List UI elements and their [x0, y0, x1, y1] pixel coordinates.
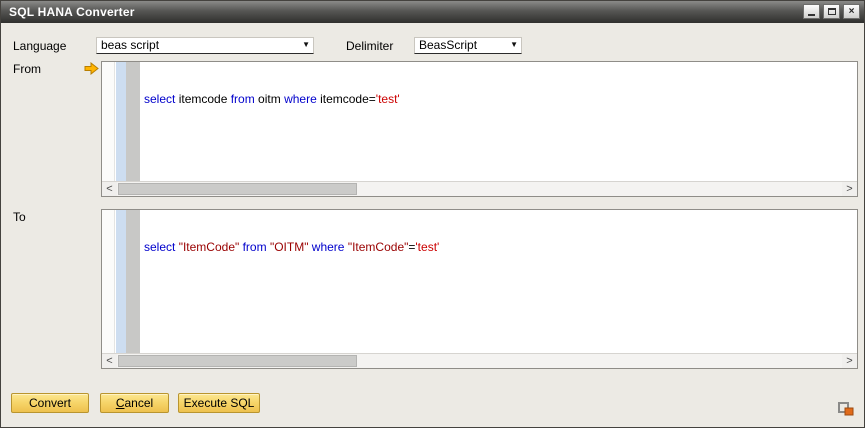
to-editor-hscrollbar[interactable]: < > — [102, 353, 857, 368]
editor-folding-margin — [126, 210, 140, 353]
delimiter-value: BeasScript — [419, 38, 478, 52]
editor-bookmark-margin — [116, 62, 126, 181]
from-editor-hscrollbar[interactable]: < > — [102, 181, 857, 196]
scrollbar-thumb[interactable] — [118, 183, 358, 195]
minimize-button[interactable] — [803, 4, 820, 19]
maximize-button[interactable] — [823, 4, 840, 19]
editor-bookmark-margin — [116, 210, 126, 353]
language-label: Language — [13, 39, 67, 53]
scroll-left-icon[interactable]: < — [102, 354, 117, 368]
close-button[interactable]: × — [843, 4, 860, 19]
scrollbar-track[interactable] — [117, 182, 842, 196]
scroll-right-icon[interactable]: > — [842, 182, 857, 196]
editor-selection-margin — [102, 210, 115, 353]
scrollbar-track[interactable] — [117, 354, 842, 368]
to-code-area[interactable]: select "ItemCode" from "OITM" where "Ite… — [140, 210, 857, 353]
from-code-line: select itemcode from oitm where itemcode… — [144, 92, 400, 106]
chevron-down-icon: ▼ — [510, 40, 518, 49]
from-label: From — [13, 62, 41, 76]
delimiter-combobox[interactable]: BeasScript ▼ — [414, 37, 522, 54]
cancel-button[interactable]: Cancel — [100, 393, 169, 413]
editor-selection-margin — [102, 62, 115, 181]
sql-hana-converter-window: SQL HANA Converter × Language beas scrip… — [0, 0, 865, 428]
scroll-left-icon[interactable]: < — [102, 182, 117, 196]
to-editor: select "ItemCode" from "OITM" where "Ite… — [101, 209, 858, 369]
to-label: To — [13, 210, 26, 224]
title-bar: SQL HANA Converter × — [1, 1, 864, 23]
chevron-down-icon: ▼ — [302, 40, 310, 49]
convert-button[interactable]: Convert — [11, 393, 89, 413]
window-controls: × — [803, 4, 860, 19]
to-code-line: select "ItemCode" from "OITM" where "Ite… — [144, 240, 440, 254]
execute-sql-button[interactable]: Execute SQL — [178, 393, 260, 413]
resize-grip-icon[interactable] — [838, 400, 854, 416]
delimiter-label: Delimiter — [346, 39, 394, 53]
close-icon: × — [848, 5, 855, 17]
from-code-area[interactable]: select itemcode from oitm where itemcode… — [140, 62, 857, 181]
language-value: beas script — [101, 38, 160, 52]
maximize-icon — [827, 8, 836, 15]
editor-folding-margin — [126, 62, 140, 181]
link-arrow-icon[interactable] — [84, 62, 99, 75]
scroll-right-icon[interactable]: > — [842, 354, 857, 368]
language-combobox[interactable]: beas script ▼ — [96, 37, 314, 54]
window-title: SQL HANA Converter — [9, 5, 135, 19]
scrollbar-thumb[interactable] — [118, 355, 358, 367]
minimize-icon — [808, 14, 815, 16]
from-editor: select itemcode from oitm where itemcode… — [101, 61, 858, 197]
